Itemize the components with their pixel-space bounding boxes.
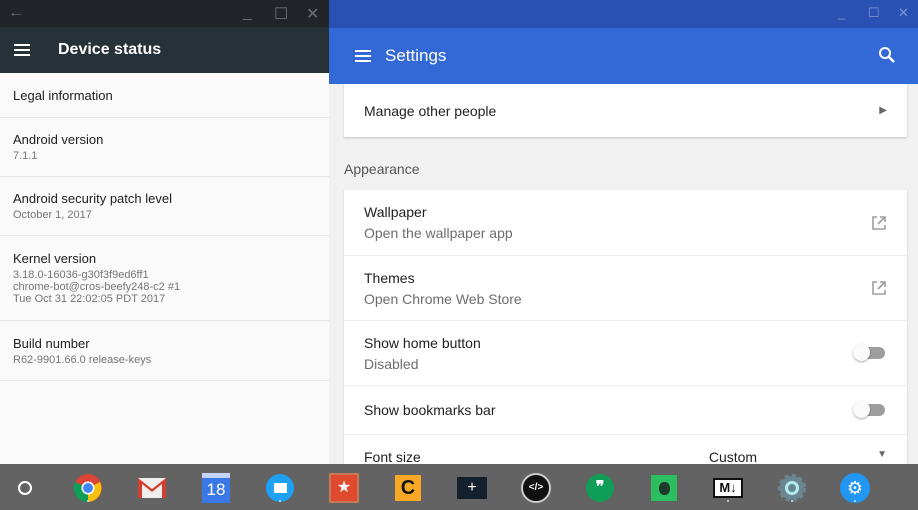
calendar-app[interactable]: 18 bbox=[201, 473, 231, 503]
maximize-icon[interactable]: ☐ bbox=[274, 4, 288, 24]
settings-window: _ ☐ ✕ Settings Manage other people ▶ App… bbox=[329, 0, 918, 464]
close-icon[interactable]: ✕ bbox=[306, 4, 319, 24]
shelf: 18 ★ C + </> ❞ M↓ ⚙ bbox=[0, 464, 918, 510]
arrow-right-icon: ▶ bbox=[879, 105, 887, 116]
left-appbar: Device status bbox=[0, 27, 329, 73]
markdown-icon: M↓ bbox=[713, 478, 743, 498]
page-title: Device status bbox=[58, 41, 162, 58]
settings-gear-icon: ⚙ bbox=[840, 473, 870, 503]
files-app[interactable] bbox=[265, 473, 295, 503]
dropdown-arrow-icon[interactable]: ▼ bbox=[877, 449, 887, 460]
minimize-icon[interactable]: _ bbox=[243, 4, 252, 22]
left-titlebar: ← _ ☐ ✕ bbox=[0, 0, 329, 27]
people-card: Manage other people ▶ bbox=[344, 84, 907, 137]
back-icon[interactable]: ← bbox=[8, 4, 24, 22]
font-size-row[interactable]: Font size Custom ▼ bbox=[344, 434, 907, 464]
list-item[interactable]: Android security patch level October 1, … bbox=[0, 177, 329, 236]
chrome-icon bbox=[73, 474, 102, 503]
terminal-app[interactable]: + bbox=[457, 473, 487, 503]
close-icon[interactable]: ✕ bbox=[898, 5, 909, 21]
manage-other-people-row[interactable]: Manage other people ▶ bbox=[344, 84, 907, 137]
settings-appbar: Settings bbox=[329, 28, 918, 84]
list-item[interactable]: Build number R62-9901.66.0 release-keys bbox=[0, 321, 329, 381]
open-external-icon[interactable] bbox=[871, 280, 887, 296]
gmail-app[interactable] bbox=[137, 473, 167, 503]
list-item[interactable]: Android version 7.1.1 bbox=[0, 118, 329, 177]
right-titlebar: _ ☐ ✕ bbox=[329, 0, 918, 28]
wallpaper-row[interactable]: Wallpaper Open the wallpaper app bbox=[344, 190, 907, 255]
files-icon bbox=[266, 474, 294, 502]
hangouts-icon: ❞ bbox=[586, 474, 614, 502]
maximize-icon[interactable]: ☐ bbox=[868, 5, 880, 21]
minimize-icon[interactable]: _ bbox=[838, 5, 845, 20]
device-status-window: ← _ ☐ ✕ Device status Legal information … bbox=[0, 0, 329, 464]
show-bookmarks-bar-row[interactable]: Show bookmarks bar bbox=[344, 385, 907, 434]
page-title: Settings bbox=[385, 46, 447, 65]
chrome-settings-app[interactable]: ⚙ bbox=[840, 473, 870, 503]
caret-app[interactable]: </> bbox=[521, 473, 551, 503]
list-item[interactable]: Kernel version 3.18.0-16036-g30f3f9ed6ff… bbox=[0, 236, 329, 321]
font-size-select[interactable]: Custom bbox=[709, 449, 757, 464]
open-external-icon[interactable] bbox=[871, 215, 887, 231]
caret-icon: </> bbox=[521, 473, 551, 503]
show-bookmarks-bar-toggle[interactable] bbox=[853, 401, 887, 418]
markdown-app[interactable]: M↓ bbox=[713, 473, 743, 503]
gear-icon bbox=[778, 474, 806, 502]
cloud-app[interactable]: C bbox=[393, 473, 423, 503]
show-home-button-toggle[interactable] bbox=[853, 344, 887, 361]
chrome-app[interactable] bbox=[73, 473, 103, 503]
evernote-icon bbox=[651, 475, 677, 501]
hangouts-app[interactable]: ❞ bbox=[585, 473, 615, 503]
section-header-appearance: Appearance bbox=[344, 161, 420, 177]
show-home-button-row[interactable]: Show home button Disabled bbox=[344, 320, 907, 385]
appearance-card: Wallpaper Open the wallpaper app Themes Op… bbox=[344, 190, 907, 464]
search-icon[interactable] bbox=[878, 46, 896, 64]
list-item[interactable]: Legal information bbox=[0, 73, 329, 118]
menu-icon[interactable] bbox=[14, 41, 30, 59]
themes-row[interactable]: Themes Open Chrome Web Store bbox=[344, 255, 907, 320]
gmail-icon bbox=[138, 478, 166, 498]
wunderlist-app[interactable]: ★ bbox=[329, 473, 359, 503]
menu-icon[interactable] bbox=[355, 47, 371, 65]
calendar-icon: 18 bbox=[202, 473, 230, 503]
evernote-app[interactable] bbox=[649, 473, 679, 503]
terminal-icon: + bbox=[457, 477, 487, 499]
android-settings-app[interactable] bbox=[777, 473, 807, 503]
cloud-app-icon: C bbox=[395, 475, 421, 501]
launcher-button[interactable] bbox=[10, 473, 40, 503]
wunderlist-icon: ★ bbox=[329, 473, 359, 503]
